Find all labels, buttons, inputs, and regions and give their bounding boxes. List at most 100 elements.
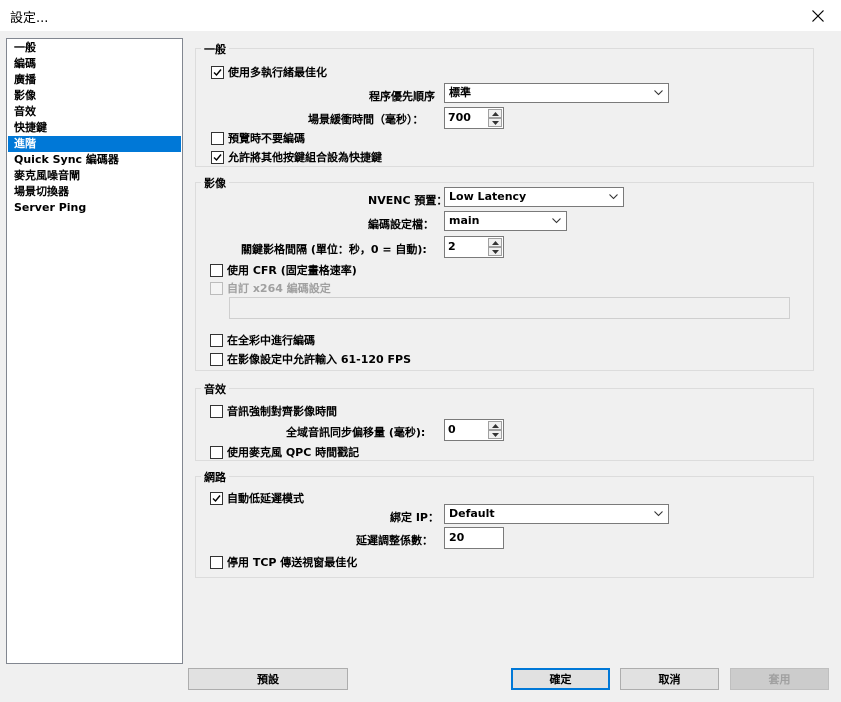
scene-buffer-spinbox[interactable]: 700 [444,107,504,129]
keyframe-value: 2 [448,240,456,253]
disable-tcp-label: 停用 TCP 傳送視窗最佳化 [227,556,358,569]
custom-x264-input [229,297,790,319]
bind-ip-value: Default [449,507,495,520]
force-sync-checkbox[interactable]: 音訊強制對齊影像時間 [210,403,337,419]
fps-61-120-checkbox[interactable]: 在影像設定中允許輸入 61-120 FPS [210,351,411,367]
defaults-button[interactable]: 預設 [188,668,348,690]
spin-down-button[interactable] [488,118,502,127]
nvenc-preset-value: Low Latency [449,190,527,203]
sidebar-item-scene-switcher[interactable]: 場景切換器 [8,184,181,200]
network-group-title: 網路 [201,469,229,485]
arrow-down-icon [492,121,499,125]
global-offset-value: 0 [448,423,456,436]
sidebar-item-server-ping[interactable]: Server Ping [8,200,181,216]
arrow-up-icon [492,424,499,428]
window-title: 設定... [10,11,49,26]
mic-qpc-checkbox[interactable]: 使用麥克風 QPC 時間戳記 [210,444,359,460]
priority-dropdown[interactable]: 標準 [444,83,669,103]
nvenc-preset-label: NVENC 預置： [368,194,448,207]
spin-up-button[interactable] [488,109,502,118]
scene-buffer-value: 700 [448,111,471,124]
checkbox-box [210,491,223,505]
chevron-down-icon [654,511,663,517]
settings-category-list[interactable]: 一般 編碼 廣播 影像 音效 快捷鍵 進階 Quick Sync 編碼器 麥克風… [6,38,183,664]
network-group: 網路 自動低延遲模式 綁定 IP： Default 延遲調整係數： 20 停用 … [195,469,814,578]
allow-hotkey-combo-checkbox[interactable]: 允許將其他按鍵組合設為快捷鍵 [211,149,382,165]
full-range-label: 在全彩中進行編碼 [227,334,315,347]
chevron-down-icon [552,218,561,224]
video-group-title: 影像 [201,175,229,191]
spin-arrows [488,109,502,127]
general-group: 一般 使用多執行緒最佳化 程序優先順序 標準 場景緩衝時間（毫秒）： 700 預… [195,41,814,167]
custom-x264-label: 自訂 x264 編碼設定 [227,282,331,295]
no-encode-preview-label: 預覽時不要編碼 [228,132,305,145]
sidebar-item-general[interactable]: 一般 [8,40,181,56]
priority-label: 程序優先順序 [369,90,435,103]
low-latency-checkbox[interactable]: 自動低延遲模式 [210,490,304,506]
cancel-button[interactable]: 取消 [620,668,719,690]
ok-button[interactable]: 確定 [511,668,610,690]
profile-dropdown[interactable]: main [444,211,567,231]
latency-factor-label: 延遲調整係數： [356,534,433,547]
sidebar-item-video[interactable]: 影像 [8,88,181,104]
mic-qpc-label: 使用麥克風 QPC 時間戳記 [227,446,360,459]
global-offset-label: 全域音訊同步偏移量 (毫秒): [286,426,426,439]
checkbox-box [210,445,223,459]
keyframe-label: 關鍵影格間隔 (單位：秒，0 = 自動): [241,243,427,256]
allow-hotkey-combo-label: 允許將其他按鍵組合設為快捷鍵 [228,151,382,164]
sidebar-item-advanced[interactable]: 進階 [8,136,181,152]
scene-buffer-label: 場景緩衝時間（毫秒）： [308,113,424,126]
checkmark-icon [213,153,222,161]
checkbox-box [210,352,223,366]
multithread-label: 使用多執行緒最佳化 [228,66,327,79]
checkbox-box [211,131,224,145]
sidebar-item-audio[interactable]: 音效 [8,104,181,120]
keyframe-spinbox[interactable]: 2 [444,236,504,258]
general-group-title: 一般 [201,41,229,57]
priority-value: 標準 [449,86,471,99]
spin-down-button[interactable] [488,247,502,256]
close-icon [812,9,824,22]
chevron-down-icon [654,90,663,96]
checkbox-box [210,281,223,295]
arrow-down-icon [492,433,499,437]
sidebar-item-broadcast[interactable]: 廣播 [8,72,181,88]
arrow-down-icon [492,250,499,254]
sidebar-item-encoding[interactable]: 編碼 [8,56,181,72]
chevron-down-icon [609,194,618,200]
global-offset-spinbox[interactable]: 0 [444,419,504,441]
video-group: 影像 NVENC 預置： Low Latency 編碼設定檔： main 關鍵影… [195,175,814,371]
nvenc-preset-dropdown[interactable]: Low Latency [444,187,624,207]
custom-x264-checkbox: 自訂 x264 編碼設定 [210,280,331,296]
bind-ip-label: 綁定 IP： [390,511,439,524]
sidebar-item-noise-gate[interactable]: 麥克風噪音閘 [8,168,181,184]
multithread-checkbox[interactable]: 使用多執行緒最佳化 [211,64,327,80]
checkmark-icon [213,68,222,76]
cfr-label: 使用 CFR (固定畫格速率) [227,264,357,277]
arrow-up-icon [492,112,499,116]
checkbox-box [210,404,223,418]
checkbox-box [211,65,224,79]
fps-61-120-label: 在影像設定中允許輸入 61-120 FPS [227,353,411,366]
sidebar-item-quick-sync[interactable]: Quick Sync 編碼器 [8,152,181,168]
spin-arrows [488,238,502,256]
sidebar-item-hotkeys[interactable]: 快捷鍵 [8,120,181,136]
force-sync-label: 音訊強制對齊影像時間 [227,405,337,418]
full-range-checkbox[interactable]: 在全彩中進行編碼 [210,332,315,348]
cfr-checkbox[interactable]: 使用 CFR (固定畫格速率) [210,262,357,278]
checkmark-icon [212,494,221,502]
title-bar: 設定... [0,0,841,31]
audio-group-title: 音效 [201,381,229,397]
bind-ip-dropdown[interactable]: Default [444,504,669,524]
spin-down-button[interactable] [488,430,502,439]
no-encode-preview-checkbox[interactable]: 預覽時不要編碼 [211,130,305,146]
disable-tcp-checkbox[interactable]: 停用 TCP 傳送視窗最佳化 [210,554,357,570]
checkbox-box [210,263,223,277]
apply-button: 套用 [730,668,829,690]
latency-factor-input[interactable]: 20 [444,527,504,549]
low-latency-label: 自動低延遲模式 [227,492,304,505]
profile-label: 編碼設定檔： [368,218,434,231]
spin-up-button[interactable] [488,421,502,430]
close-button[interactable] [795,0,841,31]
spin-up-button[interactable] [488,238,502,247]
